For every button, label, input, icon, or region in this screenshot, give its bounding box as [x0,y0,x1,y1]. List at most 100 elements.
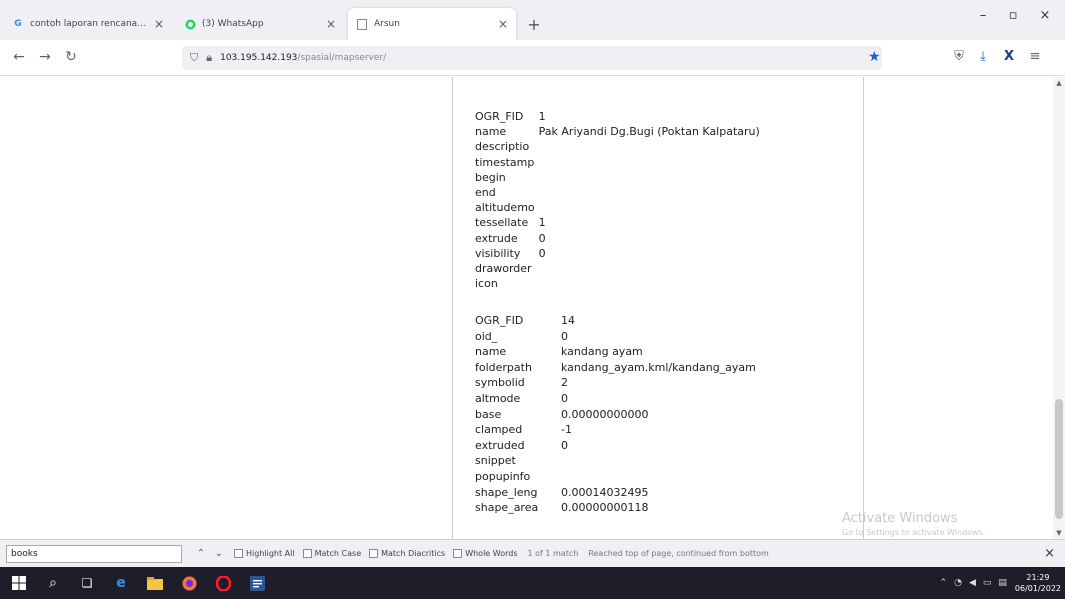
attribute-value: 0 [561,391,568,405]
taskbar-clock[interactable]: 21:29 06/01/2022 [1015,572,1061,594]
find-bar: ⌃ ⌄ Highlight All Match Case Match Diacr… [0,539,1065,567]
attribute-key: shape_area [475,501,539,515]
attribute-row: OGR_FID 14 [475,313,760,329]
page-icon [356,18,368,30]
attribute-value: 0 [538,246,546,260]
file-explorer-icon[interactable] [140,567,170,599]
reload-icon[interactable]: ↻ [62,49,80,65]
match-diacritics-checkbox[interactable]: Match Diacritics [369,549,445,558]
attribute-value: 0.00000000000 [561,407,649,421]
attribute-key: timestamp [475,155,535,169]
attribute-row: descriptio [475,139,764,154]
opera-icon[interactable] [208,567,238,599]
close-find-bar-icon[interactable]: × [1044,546,1055,561]
attribute-row: name kandang ayam [475,344,760,360]
attribute-row: altitudemo [475,200,764,215]
match-diacritics-label: Match Diacritics [381,549,446,558]
tab-strip: G contoh laporan rencana kerja - W × (3)… [0,0,1065,40]
lock-icon[interactable]: 🔒︎ [206,51,212,65]
find-match-count: 1 of 1 match [527,549,579,558]
whole-words-label: Whole Words [465,549,518,558]
tab-whatsapp[interactable]: (3) WhatsApp × [176,8,344,40]
checkbox-icon[interactable] [453,549,463,558]
attribute-value: kandang_ayam.kml/kandang_ayam [561,360,756,374]
attribute-value [539,185,764,200]
attribute-value: 0.00000000118 [561,501,649,515]
attribute-row: timestamp [475,155,764,170]
attribute-row: snippet [475,453,760,469]
bookmark-star-icon[interactable]: ★ [868,49,881,65]
extension-x-icon[interactable]: X [1000,49,1018,64]
attribute-key: visibility [475,246,521,260]
shield-icon[interactable]: ⛉ [190,51,198,65]
new-tab-button[interactable]: + [520,8,548,40]
attribute-row: name Pak Ariyandi Dg.Bugi (Poktan Kalpata… [475,124,764,139]
find-input[interactable] [6,544,182,563]
tab-arsun[interactable]: Arsun × [348,8,516,40]
maximize-icon[interactable]: ▫ [998,8,1028,23]
attribute-row: symbolid 2 [475,375,760,391]
address-bar[interactable]: ⛉ 🔒︎ 103.195.142.193 /spasial/mapserver/ [182,46,882,70]
attribute-key: descriptio [475,140,530,154]
pocket-icon[interactable]: ⛨ [950,49,968,64]
find-status-text: Reached top of page, continued from bott… [588,549,769,558]
scrollbar-thumb[interactable] [1055,399,1063,519]
attribute-key: folderpath [475,360,532,374]
browser-window: G contoh laporan rencana kerja - W × (3)… [0,0,1065,599]
network-icon[interactable]: ◔ [954,578,962,588]
speaker-icon[interactable]: ◀ [969,578,976,588]
attribute-key: popupinfo [475,469,531,483]
url-host: 103.195.142.193 [220,53,298,63]
forward-icon[interactable]: → [36,49,54,65]
clock-time: 21:29 [1026,573,1050,582]
attribute-row: oid_ 0 [475,329,760,345]
navigation-bar: ← → ↻ ⛉ 🔒︎ 103.195.142.193 /spasial/maps… [0,40,1065,76]
attribute-key: extruded [475,438,525,452]
attribute-row: extrude 0 [475,231,764,246]
attribute-key: tessellate [475,216,529,230]
back-icon[interactable]: ← [10,49,28,65]
close-icon[interactable]: × [498,17,508,31]
download-icon[interactable]: ⤓ [974,49,992,64]
windows-taskbar: ⌕ ❏ e ⌃ ◔ ◀ ▭ ▤ 21:29 06/01/2022 [0,567,1065,599]
scroll-up-icon[interactable]: ▲ [1053,79,1065,87]
clock-date: 06/01/2022 [1014,584,1061,593]
search-icon[interactable]: ⌕ [38,567,68,599]
close-icon[interactable]: × [326,17,336,31]
find-previous-icon[interactable]: ⌃ [194,548,208,559]
tab-google-doc[interactable]: G contoh laporan rencana kerja - W × [4,8,172,40]
notification-icon[interactable]: ▤ [998,578,1007,588]
firefox-icon[interactable] [174,567,204,599]
attribute-value: 0.00014032495 [561,485,649,499]
checkbox-icon[interactable] [302,549,312,558]
menu-icon[interactable]: ≡ [1026,49,1044,64]
activate-windows-watermark: Activate Windows Go to Settings to activ… [842,511,985,537]
attribute-row: altmode 0 [475,391,760,407]
checkbox-icon[interactable] [369,549,379,558]
close-icon[interactable]: × [154,17,164,31]
find-next-icon[interactable]: ⌄ [212,548,226,559]
match-case-checkbox[interactable]: Match Case [302,549,361,558]
attribute-value [539,139,764,154]
word-icon[interactable] [242,567,272,599]
feature-table-2: OGR_FID 14 oid_ 0 name kandang ayam folderpath… [475,313,760,516]
attribute-row: folderpath kandang_ayam.kml/kandang_ayam [475,360,760,376]
attribute-value: Pak Ariyandi Dg.Bugi (Poktan Kalpataru) [538,125,760,139]
scroll-down-icon[interactable]: ▼ [1053,529,1065,537]
windows-start-icon[interactable] [4,567,34,599]
attribute-key: altmode [475,391,521,405]
task-view-icon[interactable]: ❏ [72,567,102,599]
attribute-value [539,155,764,170]
chevron-up-icon[interactable]: ⌃ [940,578,948,588]
vertical-scrollbar[interactable]: ▲ ▼ [1053,77,1065,539]
attribute-key: OGR_FID [475,110,524,123]
whole-words-checkbox[interactable]: Whole Words [453,549,517,558]
attribute-key: icon [475,277,498,291]
tab-title: Arsun [374,19,400,29]
battery-icon[interactable]: ▭ [983,578,992,588]
close-window-icon[interactable]: × [1030,8,1060,23]
edge-icon[interactable]: e [106,567,136,599]
highlight-all-checkbox[interactable]: Highlight All [234,549,295,558]
minimize-icon[interactable]: – [968,8,998,23]
checkbox-icon[interactable] [234,549,243,558]
